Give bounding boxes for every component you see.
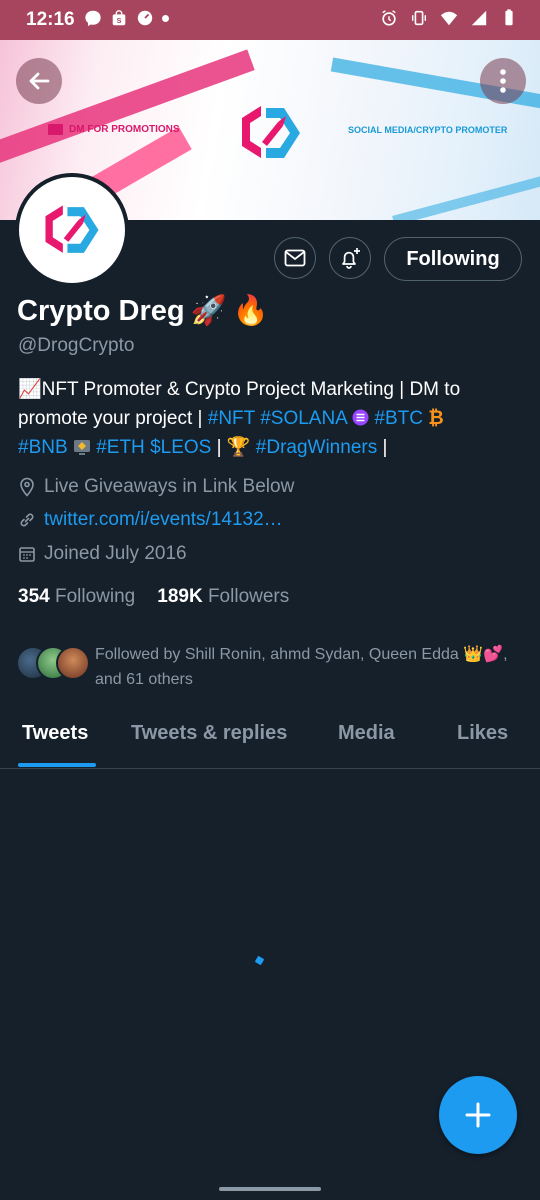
profile-joined: Joined July 2016 bbox=[18, 543, 187, 565]
profile-handle: @DrogCrypto bbox=[18, 335, 135, 356]
calendar-icon bbox=[19, 547, 35, 562]
hashtag-link[interactable]: #BTC bbox=[374, 408, 423, 429]
bio-separator: | bbox=[216, 437, 222, 458]
bio-text: 📈NFT Promoter & Crypto Project Marketing… bbox=[18, 379, 461, 400]
profile-stats: 354 Following 189K Followers bbox=[18, 586, 289, 608]
banner-dm-promo: DM FOR PROMOTIONS bbox=[48, 124, 180, 135]
back-button[interactable] bbox=[16, 58, 62, 104]
bio-separator: | bbox=[382, 437, 388, 458]
shop-icon: S bbox=[112, 10, 126, 26]
location-text: Live Giveaways in Link Below bbox=[44, 476, 295, 497]
notifications-button[interactable] bbox=[329, 237, 371, 279]
status-time: 12:16 bbox=[26, 9, 75, 30]
profile-location: Live Giveaways in Link Below bbox=[18, 476, 294, 498]
status-bar: 12:16 S bbox=[0, 0, 540, 40]
hashtag-link[interactable]: #SOLANA bbox=[260, 408, 347, 429]
hashtag-link[interactable]: #ETH bbox=[96, 437, 145, 458]
notification-dot-icon bbox=[162, 14, 169, 22]
following-button[interactable]: Following bbox=[384, 237, 522, 281]
banner-stripe bbox=[392, 164, 540, 220]
alarm-icon bbox=[382, 10, 396, 26]
arrow-left-icon bbox=[29, 72, 50, 90]
rocket-emoji: 🚀 bbox=[190, 295, 227, 327]
trophy-emoji: 🏆 bbox=[226, 437, 251, 458]
cashtag-link[interactable]: $LEOS bbox=[150, 437, 211, 458]
envelope-icon bbox=[48, 124, 63, 135]
profile-link[interactable]: twitter.com/i/events/14132… bbox=[44, 509, 283, 531]
banner-social-text: SOCIAL MEDIA/CRYPTO PROMOTER bbox=[348, 125, 508, 135]
home-indicator[interactable] bbox=[219, 1187, 321, 1191]
following-label: Following bbox=[54, 586, 136, 607]
fire-emoji: 🔥 bbox=[232, 295, 269, 327]
avatar[interactable] bbox=[15, 173, 129, 287]
following-count: 354 bbox=[18, 586, 50, 607]
avatar bbox=[56, 646, 90, 680]
avatar-logo-icon bbox=[45, 205, 99, 253]
hashtag-link[interactable]: #NFT bbox=[208, 408, 255, 429]
speedometer-icon bbox=[137, 10, 153, 26]
joined-text: Joined July 2016 bbox=[44, 543, 187, 564]
banner-dm-text: DM FOR PROMOTIONS bbox=[69, 124, 180, 135]
profile-name: Crypto Dreg bbox=[17, 294, 185, 327]
signal-icon bbox=[471, 10, 487, 26]
more-vertical-icon bbox=[500, 69, 506, 93]
compose-tweet-button[interactable] bbox=[439, 1076, 517, 1154]
tab-likes[interactable]: Likes bbox=[457, 722, 508, 745]
followers-count-link[interactable]: 189K Followers bbox=[157, 586, 289, 608]
hashtag-link[interactable]: #BNB bbox=[18, 437, 68, 458]
vibrate-icon bbox=[411, 10, 427, 26]
bio-text: promote your project | bbox=[18, 408, 208, 429]
profile-bio: 📈NFT Promoter & Crypto Project Marketing… bbox=[18, 375, 528, 462]
plus-icon bbox=[465, 1102, 491, 1128]
banner-logo-icon bbox=[242, 106, 300, 158]
active-tab-indicator bbox=[18, 763, 96, 767]
bnb-icon bbox=[73, 440, 90, 455]
hashtag-link[interactable]: #DragWinners bbox=[256, 437, 377, 458]
profile-name-row: Crypto Dreg 🚀 🔥 bbox=[17, 294, 269, 328]
profile-tabs: Tweets Tweets & replies Media Likes bbox=[0, 712, 540, 769]
bell-plus-icon bbox=[342, 248, 360, 269]
followers-label: Followers bbox=[207, 586, 290, 607]
envelope-icon bbox=[284, 249, 306, 267]
location-pin-icon bbox=[20, 477, 34, 497]
profile-link-row: twitter.com/i/events/14132… bbox=[18, 509, 283, 531]
link-icon bbox=[20, 513, 34, 527]
message-button[interactable] bbox=[274, 237, 316, 279]
tab-tweets-and-replies[interactable]: Tweets & replies bbox=[131, 722, 287, 745]
followers-count: 189K bbox=[157, 586, 203, 607]
tab-tweets[interactable]: Tweets bbox=[22, 722, 88, 745]
followed-by[interactable] bbox=[16, 642, 90, 682]
followed-by-avatars bbox=[16, 642, 90, 682]
wifi-icon bbox=[440, 11, 458, 26]
followed-by-text[interactable]: Followed by Shill Ronin, ahmd Sydan, Que… bbox=[95, 642, 525, 692]
tab-media[interactable]: Media bbox=[338, 722, 395, 745]
bitcoin-emoji: ₿ bbox=[428, 408, 444, 429]
solana-icon bbox=[352, 409, 369, 426]
following-count-link[interactable]: 354 Following bbox=[18, 586, 135, 608]
messenger-icon bbox=[85, 10, 101, 27]
battery-icon bbox=[505, 9, 513, 26]
svg-text:S: S bbox=[117, 16, 122, 25]
more-options-button[interactable] bbox=[480, 58, 526, 104]
loading-spinner-icon bbox=[254, 955, 265, 966]
